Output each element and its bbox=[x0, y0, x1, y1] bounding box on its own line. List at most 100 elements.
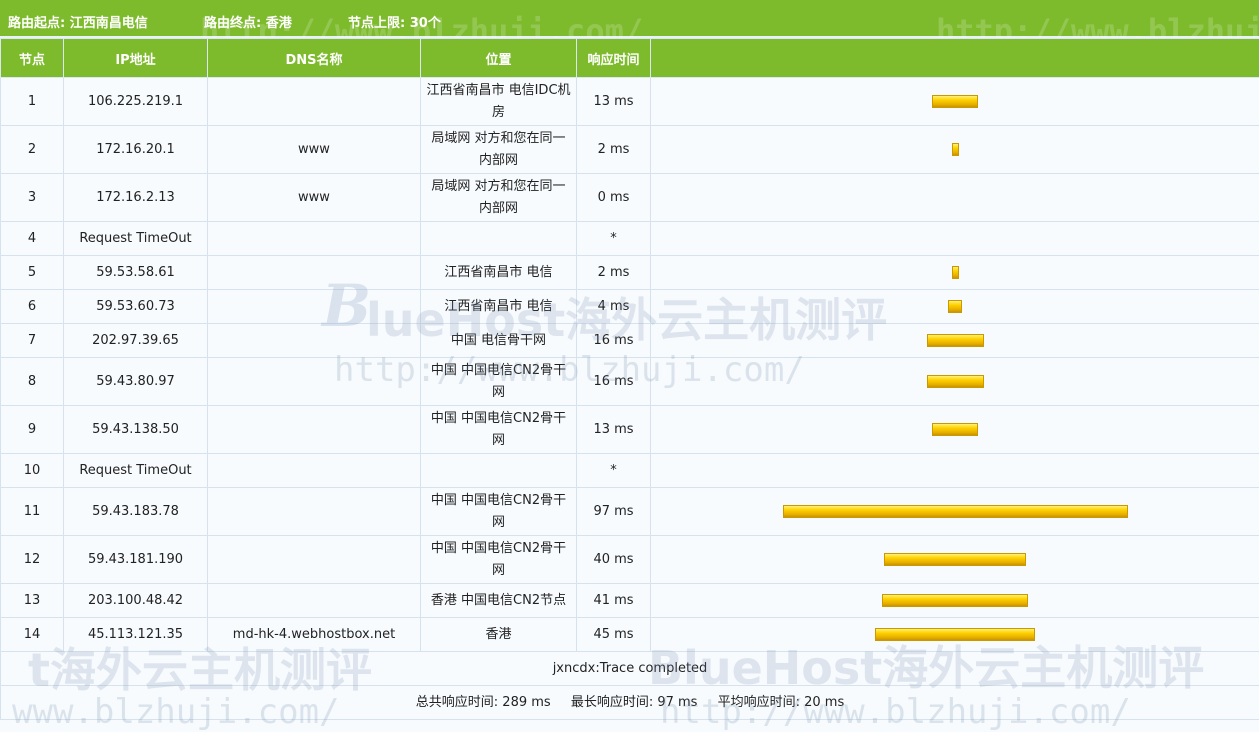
response-time-bar bbox=[932, 95, 978, 108]
trace-body: 1106.225.219.1江西省南昌市 电信IDC机房13 ms2172.16… bbox=[1, 78, 1259, 652]
ip-address-cell: 59.43.80.97 bbox=[64, 358, 208, 406]
hop-cell: 3 bbox=[1, 174, 64, 222]
response-time-bar bbox=[884, 553, 1026, 566]
response-time-bar bbox=[952, 266, 959, 279]
hop-cell: 10 bbox=[1, 454, 64, 488]
table-row: 4Request TimeOut * bbox=[1, 222, 1259, 256]
table-row: 10Request TimeOut * bbox=[1, 454, 1259, 488]
response-bar-cell bbox=[651, 290, 1259, 324]
dns-name-cell bbox=[208, 488, 421, 536]
location-cell: 局域网 对方和您在同一内部网 bbox=[421, 126, 577, 174]
trace-table: 节点 IP地址 DNS名称 位置 响应时间 1106.225.219.1江西省南… bbox=[0, 38, 1259, 720]
response-bar-cell bbox=[651, 618, 1259, 652]
response-bar-cell bbox=[651, 536, 1259, 584]
dns-name-cell bbox=[208, 78, 421, 126]
dns-name-cell bbox=[208, 256, 421, 290]
response-bar-cell bbox=[651, 584, 1259, 618]
location-cell: 中国 中国电信CN2骨干网 bbox=[421, 358, 577, 406]
response-bar-cell bbox=[651, 454, 1259, 488]
column-header-location: 位置 bbox=[421, 39, 577, 78]
response-time-cell: 45 ms bbox=[577, 618, 651, 652]
ip-address-cell: Request TimeOut bbox=[64, 454, 208, 488]
table-row: 859.43.80.97 中国 中国电信CN2骨干网16 ms bbox=[1, 358, 1259, 406]
route-header-bar: 路由起点: 江西南昌电信 路由终点: 香港 节点上限: 30个 http://w… bbox=[0, 0, 1259, 38]
column-header-time: 响应时间 bbox=[577, 39, 651, 78]
ip-address-cell: 59.43.138.50 bbox=[64, 406, 208, 454]
dns-name-cell bbox=[208, 222, 421, 256]
dns-name-cell bbox=[208, 324, 421, 358]
response-time-bar bbox=[932, 423, 978, 436]
ip-address-cell: 45.113.121.35 bbox=[64, 618, 208, 652]
table-row: 3172.16.2.13www局域网 对方和您在同一内部网0 ms bbox=[1, 174, 1259, 222]
column-header-hop: 节点 bbox=[1, 39, 64, 78]
hop-cell: 8 bbox=[1, 358, 64, 406]
hop-cell: 6 bbox=[1, 290, 64, 324]
response-time-bar bbox=[783, 505, 1128, 518]
location-cell bbox=[421, 454, 577, 488]
response-bar-cell bbox=[651, 222, 1259, 256]
response-bar-cell bbox=[651, 406, 1259, 454]
hop-cell: 11 bbox=[1, 488, 64, 536]
table-row: 1445.113.121.35md-hk-4.webhostbox.net香港4… bbox=[1, 618, 1259, 652]
location-cell: 香港 bbox=[421, 618, 577, 652]
table-row: 659.53.60.73江西省南昌市 电信4 ms bbox=[1, 290, 1259, 324]
table-row: 2172.16.20.1www局域网 对方和您在同一内部网2 ms bbox=[1, 126, 1259, 174]
dns-name-cell: md-hk-4.webhostbox.net bbox=[208, 618, 421, 652]
response-time-cell: 2 ms bbox=[577, 126, 651, 174]
avg-response-time: 平均响应时间: 20 ms bbox=[718, 695, 845, 710]
dns-name-cell bbox=[208, 454, 421, 488]
response-time-cell: 13 ms bbox=[577, 406, 651, 454]
response-time-cell: 4 ms bbox=[577, 290, 651, 324]
total-response-time: 总共响应时间: 289 ms bbox=[416, 695, 551, 710]
ip-address-cell: 59.53.58.61 bbox=[64, 256, 208, 290]
hop-cell: 13 bbox=[1, 584, 64, 618]
ip-address-cell: Request TimeOut bbox=[64, 222, 208, 256]
response-time-cell: 13 ms bbox=[577, 78, 651, 126]
column-header-bar bbox=[651, 39, 1259, 78]
response-bar-cell bbox=[651, 324, 1259, 358]
ip-address-cell: 59.43.183.78 bbox=[64, 488, 208, 536]
route-start: 路由起点: 江西南昌电信 bbox=[8, 12, 148, 31]
ip-address-cell: 59.43.181.190 bbox=[64, 536, 208, 584]
dns-name-cell: www bbox=[208, 174, 421, 222]
hop-cell: 4 bbox=[1, 222, 64, 256]
table-row: 1259.43.181.190中国 中国电信CN2骨干网40 ms bbox=[1, 536, 1259, 584]
response-time-cell: 41 ms bbox=[577, 584, 651, 618]
hop-cell: 1 bbox=[1, 78, 64, 126]
location-cell: 中国 中国电信CN2骨干网 bbox=[421, 536, 577, 584]
ip-address-cell: 202.97.39.65 bbox=[64, 324, 208, 358]
table-row: 1159.43.183.78中国 中国电信CN2骨干网97 ms bbox=[1, 488, 1259, 536]
response-time-cell: 16 ms bbox=[577, 324, 651, 358]
response-time-cell: 2 ms bbox=[577, 256, 651, 290]
location-cell: 江西省南昌市 电信 bbox=[421, 290, 577, 324]
location-cell: 中国 中国电信CN2骨干网 bbox=[421, 488, 577, 536]
response-time-bar bbox=[948, 300, 962, 313]
response-bar-cell bbox=[651, 174, 1259, 222]
location-cell: 江西省南昌市 电信 bbox=[421, 256, 577, 290]
hop-cell: 5 bbox=[1, 256, 64, 290]
location-cell: 香港 中国电信CN2节点 bbox=[421, 584, 577, 618]
dns-name-cell bbox=[208, 406, 421, 454]
response-bar-cell bbox=[651, 358, 1259, 406]
trace-completed-text: jxncdx:Trace completed bbox=[1, 652, 1259, 686]
hop-cell: 2 bbox=[1, 126, 64, 174]
hop-cell: 9 bbox=[1, 406, 64, 454]
response-time-bar bbox=[952, 143, 959, 156]
table-row: 1106.225.219.1江西省南昌市 电信IDC机房13 ms bbox=[1, 78, 1259, 126]
table-row: 7202.97.39.65 中国 电信骨干网16 ms bbox=[1, 324, 1259, 358]
response-time-cell: 16 ms bbox=[577, 358, 651, 406]
column-header-dns: DNS名称 bbox=[208, 39, 421, 78]
table-header-row: 节点 IP地址 DNS名称 位置 响应时间 bbox=[1, 39, 1259, 78]
hop-cell: 7 bbox=[1, 324, 64, 358]
response-bar-cell bbox=[651, 256, 1259, 290]
location-cell: 中国 电信骨干网 bbox=[421, 324, 577, 358]
response-time-cell: * bbox=[577, 222, 651, 256]
response-time-cell: 0 ms bbox=[577, 174, 651, 222]
location-cell: 中国 中国电信CN2骨干网 bbox=[421, 406, 577, 454]
column-header-ip: IP地址 bbox=[64, 39, 208, 78]
dns-name-cell bbox=[208, 584, 421, 618]
ip-address-cell: 106.225.219.1 bbox=[64, 78, 208, 126]
trace-completed-row: jxncdx:Trace completed bbox=[1, 652, 1259, 686]
dns-name-cell: www bbox=[208, 126, 421, 174]
response-time-cell: * bbox=[577, 454, 651, 488]
